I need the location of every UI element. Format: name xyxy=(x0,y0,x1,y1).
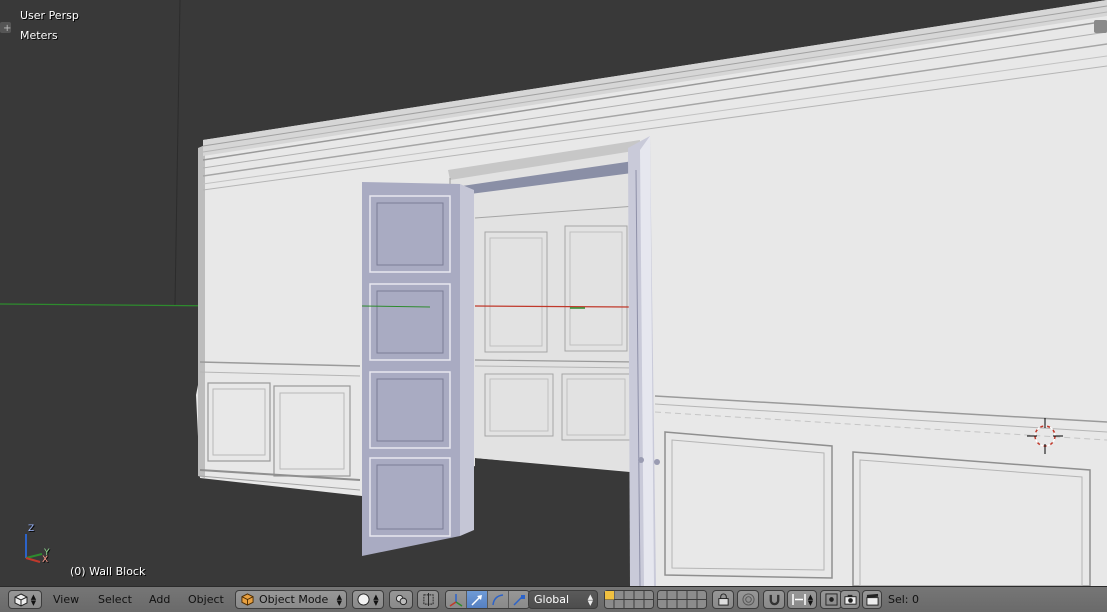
selection-count-label: Sel: 0 xyxy=(888,593,920,606)
proportional-edit-button[interactable] xyxy=(737,590,759,609)
snap-target-icon xyxy=(824,593,838,606)
orientation-selector[interactable]: Global ▲ ▼ xyxy=(528,590,598,609)
sphere-icon xyxy=(357,593,370,606)
units-label: Meters xyxy=(20,29,58,42)
viewport-shading-selector[interactable]: ▲ ▼ xyxy=(352,590,384,609)
3d-view-header: ▲ ▼ View Select Add Object Object Mode ▲ ▼… xyxy=(0,586,1107,612)
rotate-arc-icon xyxy=(492,593,504,605)
object-mode-icon xyxy=(241,593,254,606)
chevron-updown-icon: ▲ ▼ xyxy=(373,592,379,607)
snap-element-icon xyxy=(792,594,806,605)
opengl-render-button[interactable] xyxy=(840,590,860,609)
translate-manipulator-button[interactable] xyxy=(467,591,488,608)
chevron-updown-icon: ▲ ▼ xyxy=(807,592,814,607)
menu-select[interactable]: Select xyxy=(98,590,132,609)
manipulator-group xyxy=(445,590,530,609)
layers-right-block[interactable] xyxy=(657,590,707,609)
snap-element-selector[interactable]: ▲ ▼ xyxy=(787,590,817,609)
axis-z-label: Z xyxy=(28,524,35,534)
manipulator-toggle-button[interactable] xyxy=(446,591,467,608)
snap-toggle-button[interactable] xyxy=(763,590,785,609)
snap-target-button[interactable] xyxy=(820,590,842,609)
scale-manipulator-button[interactable] xyxy=(509,591,529,608)
svg-text:+: + xyxy=(3,23,11,34)
layers-left-block[interactable] xyxy=(604,590,654,609)
chevron-updown-icon: ▲ ▼ xyxy=(336,592,342,607)
3d-viewport[interactable]: + User Persp Meters (0) Wall Block Z Y X xyxy=(0,0,1107,586)
object-info-label: (0) Wall Block xyxy=(70,565,146,578)
axis-manipulator-icon xyxy=(449,593,463,607)
layer-grid-icon xyxy=(657,590,707,609)
scene-render: + xyxy=(0,0,1107,586)
align-icon xyxy=(422,593,434,606)
clapper-icon xyxy=(865,593,879,606)
view-name-label: User Persp xyxy=(20,9,79,22)
region-corner-icon xyxy=(1094,20,1107,33)
left-door xyxy=(361,182,474,556)
selection-count: Sel: 0 xyxy=(888,590,919,609)
orientation-label: Global xyxy=(534,593,570,606)
pivot-icon xyxy=(395,594,407,606)
doorway xyxy=(450,150,640,472)
pivot-point-selector[interactable] xyxy=(389,590,413,609)
mode-selector[interactable]: Object Mode ▲ ▼ xyxy=(235,590,347,609)
magnet-icon xyxy=(769,594,779,606)
cube-icon xyxy=(14,592,28,607)
opengl-animation-button[interactable] xyxy=(862,590,882,609)
menu-view[interactable]: View xyxy=(53,590,79,609)
mode-label: Object Mode xyxy=(259,593,329,606)
lock-icon xyxy=(717,593,729,606)
translate-arrow-icon xyxy=(471,594,482,606)
rotate-manipulator-button[interactable] xyxy=(488,591,509,608)
editor-type-selector[interactable]: ▲ ▼ xyxy=(8,590,42,609)
menu-object[interactable]: Object xyxy=(188,590,224,609)
chevron-updown-icon: ▲ ▼ xyxy=(587,592,593,607)
align-selector[interactable] xyxy=(417,590,439,609)
axis-x-label: X xyxy=(42,555,49,565)
proportional-edit-icon xyxy=(741,593,755,606)
menu-add[interactable]: Add xyxy=(149,590,170,609)
camera-icon xyxy=(843,594,857,605)
chevron-updown-icon: ▲ ▼ xyxy=(30,592,37,607)
layer-grid-icon xyxy=(604,590,654,609)
axis-gizmo xyxy=(25,534,43,563)
scale-icon xyxy=(513,594,525,606)
lock-layers-button[interactable] xyxy=(712,590,734,609)
